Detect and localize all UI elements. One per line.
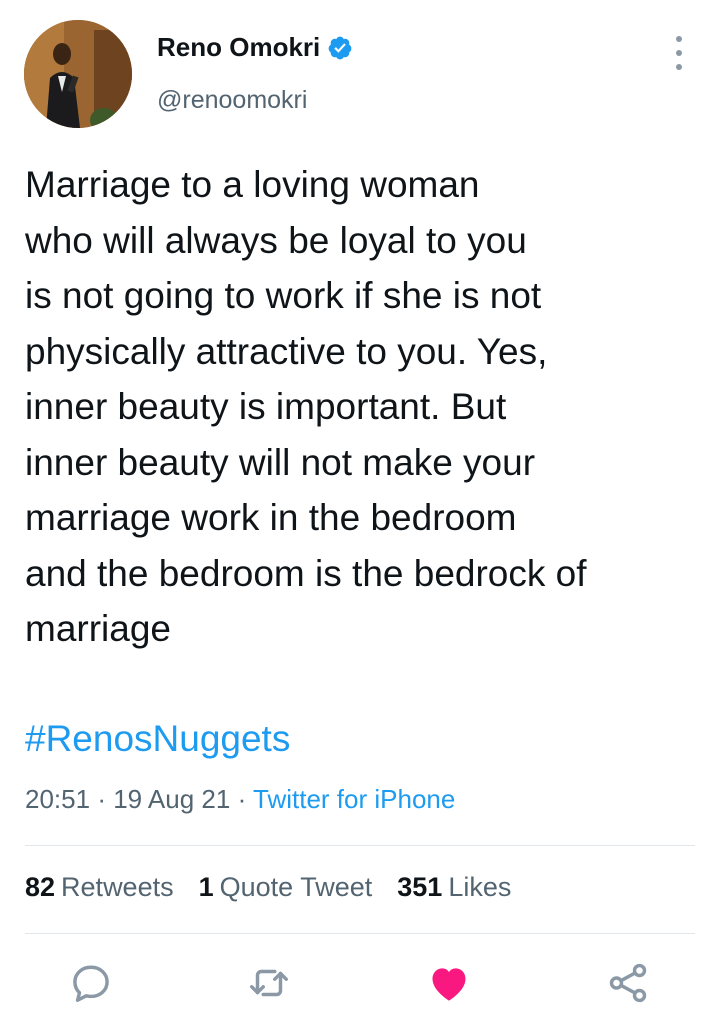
heart-icon	[432, 968, 466, 1001]
divider	[25, 845, 695, 846]
retweet-icon	[250, 969, 288, 997]
avatar[interactable]	[24, 20, 132, 128]
tweet-time: 20:51	[25, 784, 91, 814]
verified-badge-icon	[328, 36, 352, 59]
tweet-line: Marriage to a loving woman	[25, 164, 480, 205]
tweet-line: marriage	[25, 608, 171, 649]
quote-tweets-label: Quote Tweet	[219, 872, 373, 902]
hashtag-link[interactable]: #RenosNuggets	[25, 718, 290, 760]
tweet-stats: 82 Retweets 1 Quote Tweet 351 Likes	[25, 872, 511, 903]
more-options-icon[interactable]	[666, 36, 692, 70]
tweet-line: inner beauty is important. But	[25, 386, 507, 427]
reply-button[interactable]	[68, 960, 114, 1006]
tweet-text: Marriage to a loving woman who will alwa…	[25, 157, 715, 657]
retweets-label: Retweets	[61, 872, 174, 902]
tweet-metadata: 20:51 · 19 Aug 21 · Twitter for iPhone	[25, 784, 455, 815]
tweet-line: marriage work in the bedroom	[25, 497, 517, 538]
quote-tweets-stat[interactable]: 1 Quote Tweet	[199, 872, 373, 903]
author-handle[interactable]: @renoomokri	[157, 86, 307, 115]
tweet-line: and the bedroom is the bedrock of	[25, 552, 587, 594]
tweet-line: physically attractive to you. Yes,	[25, 330, 548, 372]
tweet-date: 19 Aug 21	[113, 784, 231, 814]
quote-tweets-count: 1	[198, 872, 214, 902]
meta-separator: ·	[97, 784, 106, 814]
likes-label: Likes	[448, 872, 512, 902]
author-name-row[interactable]: Reno Omokri	[157, 32, 353, 63]
divider	[25, 933, 695, 934]
tweet-source-link[interactable]: Twitter for iPhone	[253, 784, 455, 814]
tweet-line: who will always be loyal to you	[25, 219, 527, 261]
dot	[676, 50, 682, 56]
reply-icon	[73, 965, 109, 1002]
tweet-actions-bar	[0, 960, 720, 1006]
retweet-button[interactable]	[246, 960, 292, 1006]
dot	[676, 36, 682, 42]
likes-count: 351	[397, 872, 443, 902]
retweets-count: 82	[25, 872, 56, 902]
share-button[interactable]	[605, 960, 651, 1006]
retweets-stat[interactable]: 82 Retweets	[25, 872, 174, 903]
tweet-line: inner beauty will not make your	[25, 441, 536, 483]
like-button[interactable]	[426, 960, 472, 1006]
dot	[676, 64, 682, 70]
author-display-name[interactable]: Reno Omokri	[157, 32, 320, 63]
tweet-line: is not going to work if she is not	[25, 275, 542, 316]
likes-stat[interactable]: 351 Likes	[397, 872, 511, 903]
meta-separator: ·	[237, 784, 247, 814]
share-icon	[609, 963, 647, 1003]
profile-photo	[24, 20, 132, 128]
